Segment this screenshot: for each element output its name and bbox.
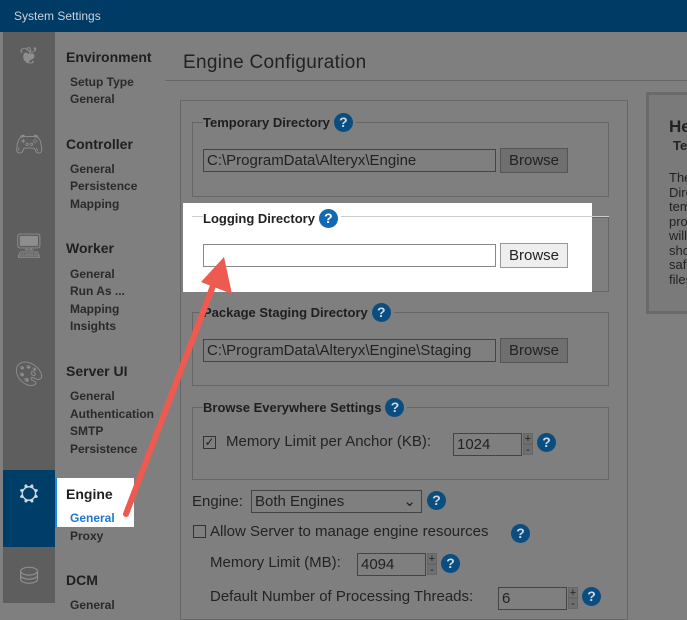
arrow-head [201,257,232,294]
arrow-shaft [123,275,219,517]
annotation-arrow [123,257,232,517]
